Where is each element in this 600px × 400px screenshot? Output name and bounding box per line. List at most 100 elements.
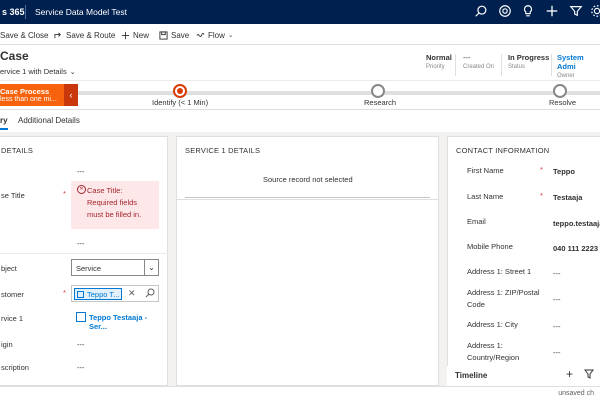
case-title-error-text: Case Title: Required fields must be fill… (77, 185, 153, 221)
flow-icon (196, 32, 205, 37)
country-value[interactable]: --- (553, 348, 561, 357)
record-icon (76, 312, 86, 322)
chevron-down-icon: ⌄ (227, 32, 234, 39)
email-label: Email (467, 217, 486, 226)
tab-summary[interactable]: ry (0, 116, 8, 130)
process-name: Case Process (0, 87, 50, 96)
country-label: Address 1: Country/Region (467, 341, 520, 362)
save-button[interactable]: Save (159, 29, 189, 41)
contact-icon (77, 291, 84, 298)
divider (0, 253, 169, 254)
header-created-on: --- Created On (463, 53, 494, 70)
gear-icon[interactable] (590, 4, 600, 20)
save-close-label: Save & Close (0, 30, 49, 40)
process-track (78, 91, 600, 95)
subject-select[interactable]: Service ⌄ (71, 259, 159, 276)
source-record-message: Source record not selected (263, 175, 353, 184)
form-name: ervice 1 with Details (0, 67, 67, 76)
save-icon (159, 30, 168, 40)
business-process-flow: Case Process less than one mi... ‹ Ident… (0, 80, 600, 110)
last-name-value[interactable]: Testaaja (553, 193, 582, 202)
top-field-value[interactable]: --- (77, 167, 85, 176)
header-owner[interactable]: System Admi Owner (557, 53, 600, 79)
collapse-process-button[interactable]: ‹ (64, 84, 78, 106)
tab-additional-details[interactable]: Additional Details (18, 116, 80, 125)
search-icon[interactable] (474, 4, 490, 20)
new-label: New (133, 30, 150, 40)
status-label: Status (508, 64, 526, 70)
filter-icon[interactable] (584, 369, 594, 379)
first-name-value[interactable]: Teppo (553, 167, 575, 176)
case-details-section: DETAILS --- se Title * Case Title: Requi… (0, 136, 169, 386)
flow-button[interactable]: Flow ⌄ (196, 29, 234, 41)
app-name[interactable]: s 365 (2, 7, 25, 17)
mobile-phone-value[interactable]: 040 111 2223 (553, 244, 598, 253)
save-close-button[interactable]: Save & Close (0, 29, 48, 41)
subject-label: bject (1, 264, 17, 273)
mobile-phone-label: Mobile Phone (467, 242, 513, 251)
target-icon[interactable] (498, 4, 514, 20)
close-icon[interactable]: ✕ (128, 288, 136, 299)
customer-value: Teppo T... (87, 290, 120, 299)
search-icon[interactable] (145, 288, 155, 298)
timeline-header: Timeline + (447, 366, 600, 386)
stage-resolve-marker[interactable] (553, 84, 567, 98)
city-value[interactable]: --- (553, 322, 561, 331)
save-route-label: Save & Route (66, 30, 116, 40)
origin-label: igin (1, 340, 13, 349)
header-divider (501, 54, 502, 76)
status-bar: unsaved ch (0, 386, 600, 400)
case-title-error[interactable]: Case Title: Required fields must be fill… (71, 181, 159, 229)
lightbulb-icon[interactable] (521, 4, 537, 20)
stage-research-marker[interactable] (371, 84, 385, 98)
flow-label: Flow (208, 30, 225, 40)
service-link[interactable]: Teppo Testaaja - Ser... (89, 313, 167, 331)
plus-icon[interactable]: + (566, 367, 573, 381)
form-selector[interactable]: ervice 1 with Details ⌄ (0, 67, 76, 76)
route-icon (54, 31, 61, 38)
description-value[interactable]: --- (77, 363, 85, 372)
blank-field-value[interactable]: --- (77, 239, 85, 248)
required-marker: * (540, 165, 543, 174)
city-label: Address 1: City (467, 320, 518, 329)
description-label: scription (1, 363, 29, 372)
created-on-label: Created On (463, 64, 495, 70)
plus-icon[interactable] (545, 4, 561, 20)
stage-research-label[interactable]: Research (364, 98, 396, 107)
required-marker: * (63, 189, 66, 198)
customer-chip[interactable]: Teppo T... (74, 288, 122, 300)
filter-icon[interactable] (569, 4, 585, 20)
chevron-down-icon: ⌄ (69, 68, 76, 76)
origin-value[interactable]: --- (77, 340, 85, 349)
contact-information-section: CONTACT INFORMATION First Name * Teppo L… (447, 136, 600, 386)
zip-label: Address 1: ZIP/Postal Code (467, 288, 540, 309)
required-marker: * (540, 191, 543, 200)
header-priority: Normal Priority (426, 53, 452, 70)
top-nav-bar: s 365 Service Data Model Test (0, 0, 600, 24)
street-value[interactable]: --- (553, 269, 561, 278)
record-title: Case (0, 49, 29, 63)
service-label: rvice 1 (1, 314, 24, 323)
stage-identify-label[interactable]: Identify (< 1 Min) (152, 98, 208, 107)
stage-resolve-label[interactable]: Resolve (549, 98, 576, 107)
email-value[interactable]: teppo.testaaja@ (553, 219, 600, 228)
customer-lookup[interactable]: Teppo T... ✕ (71, 285, 159, 302)
case-title-label: se Title (1, 191, 25, 200)
timeline-title: Timeline (455, 371, 488, 380)
street-label: Address 1: Street 1 (467, 267, 532, 276)
app-title[interactable]: Service Data Model Test (35, 7, 127, 17)
nav-divider (25, 5, 26, 19)
owner-value[interactable]: System Admi (557, 53, 600, 71)
plus-icon (121, 31, 130, 39)
chevron-down-icon[interactable]: ⌄ (144, 260, 158, 275)
new-button[interactable]: New (121, 29, 149, 41)
stage-identify-marker[interactable] (173, 84, 187, 98)
form-tabs: ry Additional Details (0, 110, 600, 132)
divider (185, 197, 430, 198)
section-title: DETAILS (1, 146, 34, 155)
last-name-label: Last Name (467, 192, 504, 201)
header-status: In Progress Status (508, 53, 549, 70)
zip-value[interactable]: --- (553, 295, 561, 304)
subject-value: Service (76, 264, 102, 273)
save-route-button[interactable]: Save & Route (54, 29, 115, 41)
